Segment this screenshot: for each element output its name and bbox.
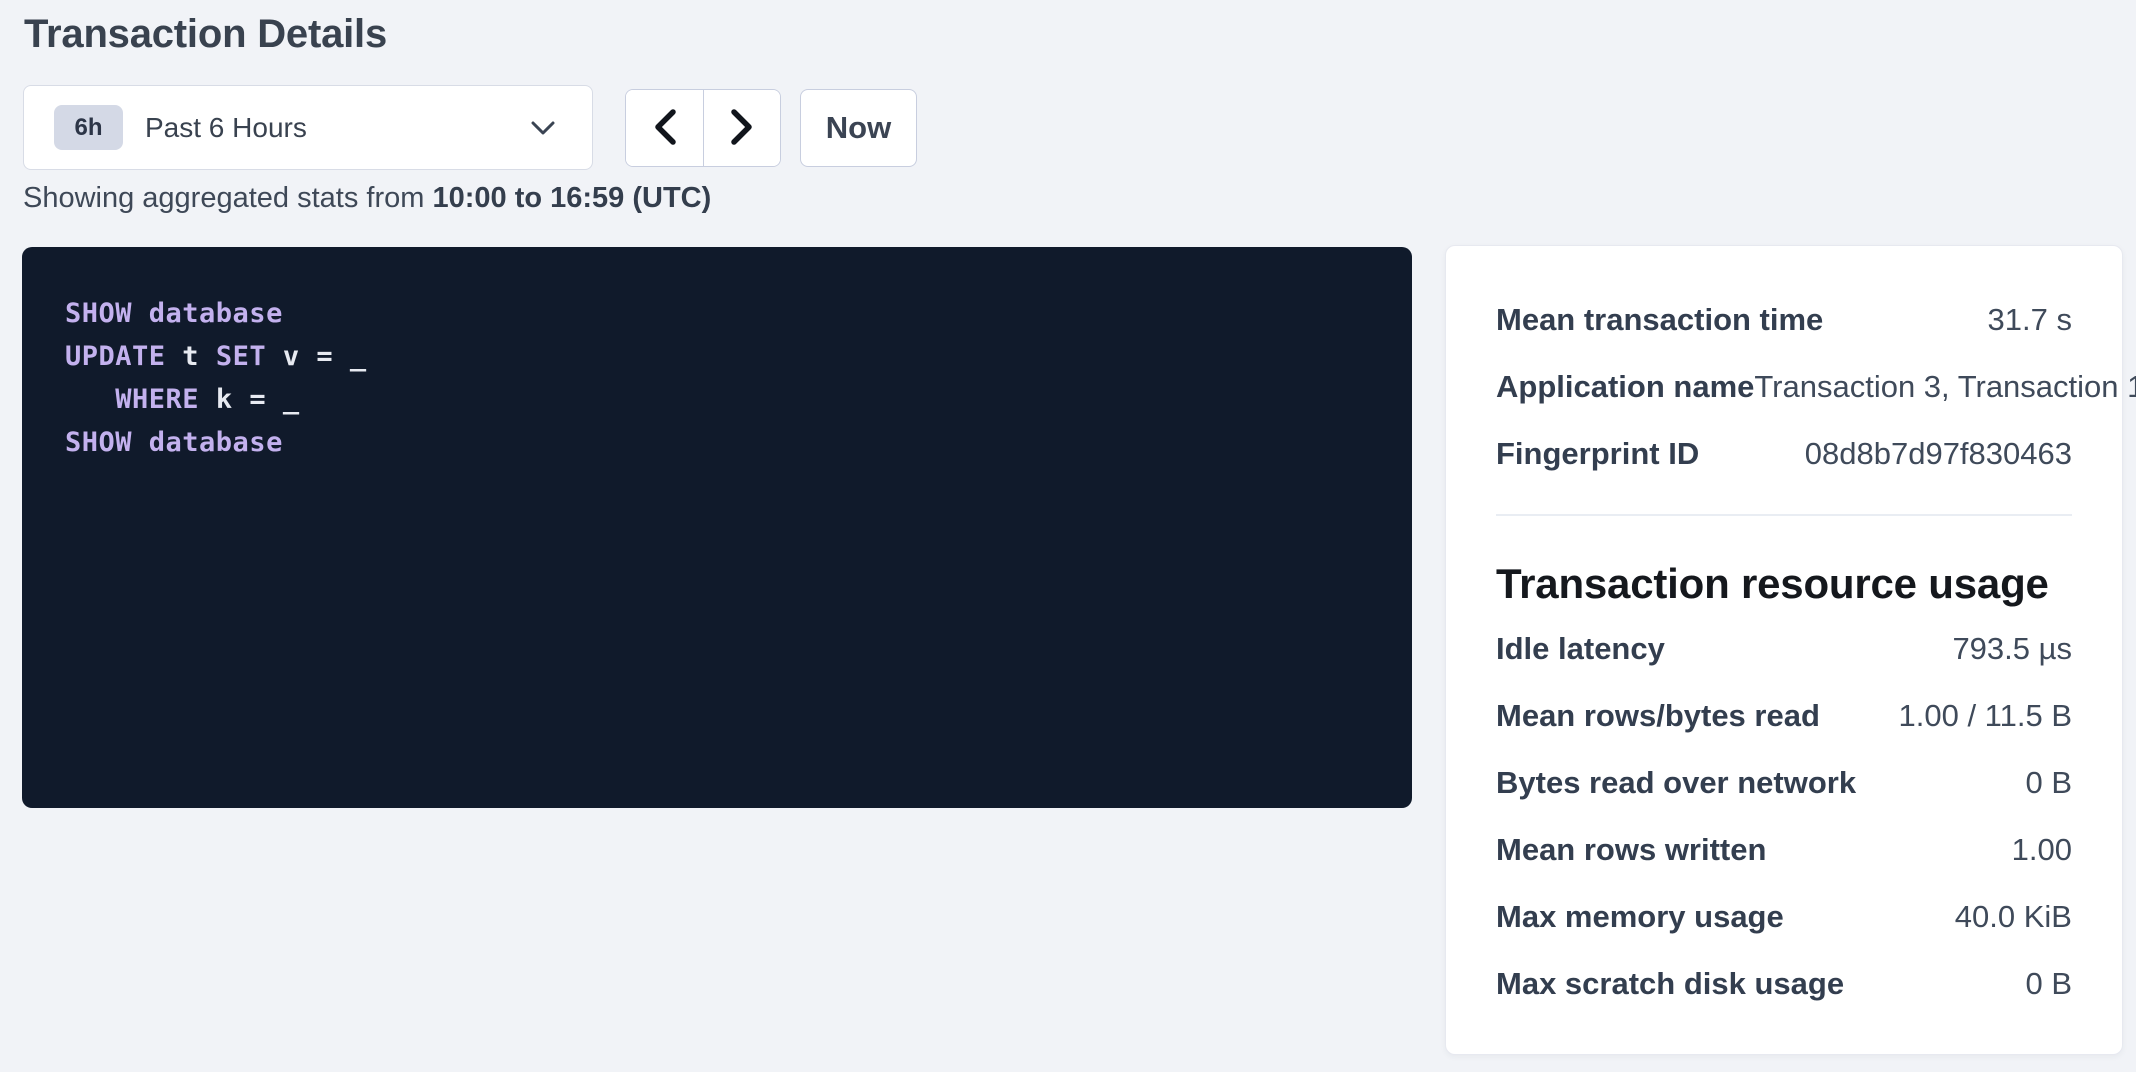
- sql-line: WHERE k = _: [65, 378, 1369, 421]
- chevron-right-icon: [729, 108, 755, 149]
- summary-row: Fingerprint ID 08d8b7d97f830463: [1496, 420, 2072, 487]
- sql-line: SHOW database: [65, 292, 1369, 335]
- transaction-summary-card: Mean transaction time 31.7 s Application n…: [1445, 245, 2123, 1055]
- summary-row-value: 08d8b7d97f830463: [1805, 436, 2072, 472]
- summary-row-value: Transaction 3, Transaction 1: [1754, 369, 2136, 405]
- summary-row-label: Idle latency: [1496, 631, 1665, 667]
- aggregated-stats-note: Showing aggregated stats from 10:00 to 1…: [23, 182, 711, 215]
- summary-row-label: Application name: [1496, 369, 1754, 405]
- sql-identifier: v = _: [266, 341, 367, 372]
- transaction-details-page: Transaction Details 6h Past 6 Hours: [0, 0, 2136, 1072]
- time-window-pager: [625, 89, 781, 167]
- page-title: Transaction Details: [24, 12, 387, 57]
- summary-row-value: 31.7 s: [1988, 302, 2072, 338]
- chevron-left-icon: [652, 108, 678, 149]
- summary-row-label: Mean transaction time: [1496, 302, 1823, 338]
- card-divider: [1496, 514, 2072, 516]
- summary-row: Mean transaction time 31.7 s: [1496, 286, 2072, 353]
- summary-row: Mean rows written 1.00: [1496, 816, 2072, 883]
- summary-row: Max memory usage 40.0 KiB: [1496, 883, 2072, 950]
- sql-keyword: SET: [216, 341, 266, 372]
- time-range-badge: 6h: [54, 105, 123, 150]
- sql-keyword: UPDATE: [65, 341, 166, 372]
- summary-row-label: Mean rows/bytes read: [1496, 698, 1820, 734]
- sql-statement-box: SHOW database UPDATE t SET v = _ WHERE k …: [22, 247, 1412, 808]
- summary-row-value: 1.00 / 11.5 B: [1899, 698, 2073, 734]
- previous-time-window-button[interactable]: [626, 90, 703, 166]
- summary-row: Bytes read over network 0 B: [1496, 749, 2072, 816]
- sql-keyword: SHOW database: [65, 298, 283, 329]
- aggregated-stats-prefix: Showing aggregated stats from: [23, 182, 432, 214]
- summary-row-label: Bytes read over network: [1496, 765, 1856, 801]
- summary-row: Mean rows/bytes read 1.00 / 11.5 B: [1496, 682, 2072, 749]
- sql-identifier: [65, 384, 115, 415]
- summary-row-value: 40.0 KiB: [1955, 899, 2072, 935]
- resource-usage-rows: Idle latency 793.5 µs Mean rows/bytes read…: [1496, 615, 2072, 1017]
- sql-statement-text: SHOW database UPDATE t SET v = _ WHERE k …: [65, 292, 1369, 464]
- summary-row-value: 793.5 µs: [1952, 631, 2072, 667]
- summary-row-value: 0 B: [2025, 966, 2072, 1002]
- summary-row-label: Max scratch disk usage: [1496, 966, 1844, 1002]
- summary-row: Max scratch disk usage 0 B: [1496, 950, 2072, 1017]
- summary-row-value: 0 B: [2025, 765, 2072, 801]
- now-button[interactable]: Now: [800, 89, 917, 167]
- next-time-window-button[interactable]: [703, 90, 780, 166]
- summary-row-label: Fingerprint ID: [1496, 436, 1699, 472]
- aggregated-stats-range: 10:00 to 16:59 (UTC): [432, 182, 711, 214]
- sql-line: SHOW database: [65, 421, 1369, 464]
- sql-keyword: SHOW database: [65, 427, 283, 458]
- time-range-select[interactable]: 6h Past 6 Hours: [23, 85, 593, 170]
- transaction-details-rows: Mean transaction time 31.7 s Application n…: [1496, 286, 2072, 487]
- time-range-label: Past 6 Hours: [145, 112, 307, 144]
- summary-row-label: Max memory usage: [1496, 899, 1784, 935]
- summary-row-value: 1.00: [2012, 832, 2072, 868]
- sql-line: UPDATE t SET v = _: [65, 335, 1369, 378]
- summary-row-label: Mean rows written: [1496, 832, 1766, 868]
- summary-row: Application nameTransaction 3, Transacti…: [1496, 353, 2072, 420]
- chevron-down-icon: [530, 120, 556, 136]
- resource-usage-heading: Transaction resource usage: [1496, 559, 2072, 609]
- summary-row: Idle latency 793.5 µs: [1496, 615, 2072, 682]
- sql-keyword: WHERE: [115, 384, 199, 415]
- sql-identifier: t: [166, 341, 216, 372]
- sql-identifier: k = _: [199, 384, 300, 415]
